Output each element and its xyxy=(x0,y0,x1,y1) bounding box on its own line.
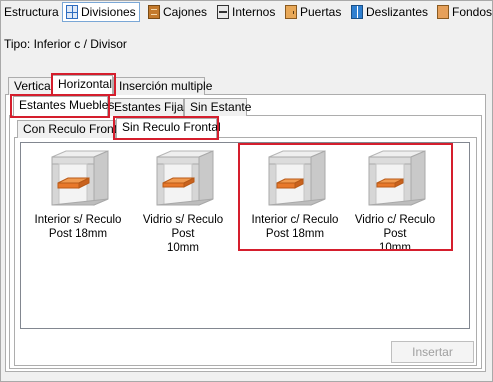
door-icon xyxy=(285,5,297,19)
tab-estantes-muebles[interactable]: Estantes Muebles xyxy=(13,96,114,116)
back-panel-icon xyxy=(437,5,449,19)
cabinet-shelf-icon xyxy=(46,149,110,211)
list-item[interactable]: Vidrio s/ Reculo Post 10mm xyxy=(131,149,235,255)
interior-icon xyxy=(217,5,229,19)
list-item[interactable]: Interior c/ Reculo Post 18mm xyxy=(243,149,347,241)
list-item[interactable]: Vidrio c/ Reculo Post 10mm xyxy=(343,149,447,255)
item-caption-line2: 10mm xyxy=(167,242,199,254)
item-caption-line2: 10mm xyxy=(379,242,411,254)
drawer-icon xyxy=(148,5,160,19)
cabinet-shelf-icon xyxy=(151,149,215,211)
item-caption-line2: Post 18mm xyxy=(48,228,108,240)
item-caption-line1: Interior c/ Reculo xyxy=(251,214,339,226)
insert-button[interactable]: Insertar xyxy=(391,341,474,363)
sliding-door-icon xyxy=(351,5,363,19)
toolbar-deslizantes[interactable]: Deslizantes xyxy=(351,2,428,22)
tab-vertical[interactable]: Vertical xyxy=(8,77,53,95)
tab-estantes-fijas[interactable]: Estantes Fijas xyxy=(108,98,189,116)
toolbar-puertas-label: Puertas xyxy=(300,5,342,19)
shelf-options-list: Interior s/ Reculo Post 18mm Vidrio s/ R… xyxy=(20,142,470,329)
toolbar-internos-label: Internos xyxy=(232,5,276,19)
tab-sin-reculo-frontal[interactable]: Sin Reculo Frontal xyxy=(116,118,221,138)
toolbar-puertas[interactable]: Puertas xyxy=(285,2,341,22)
toolbar-divisiones[interactable]: Divisiones xyxy=(62,2,140,22)
toolbar-estructura[interactable]: Estructura xyxy=(4,2,59,22)
toolbar-fondos-label: Fondos xyxy=(452,5,493,19)
toolbar-cajones[interactable]: Cajones xyxy=(148,2,207,22)
toolbar-internos[interactable]: Internos xyxy=(217,2,275,22)
tipo-label: Tipo: Inferior c / Divisor xyxy=(4,37,127,51)
toolbar-cajones-label: Cajones xyxy=(163,5,208,19)
grid-icon xyxy=(66,5,78,19)
item-caption-line1: Vidrio s/ Reculo Post xyxy=(142,214,224,240)
toolbar-deslizantes-label: Deslizantes xyxy=(366,5,429,19)
item-caption-line1: Interior s/ Reculo xyxy=(34,214,122,226)
top-toolbar: Estructura Divisiones Cajones Internos P… xyxy=(1,1,492,23)
cabinet-shelf-icon xyxy=(363,149,427,211)
tab-horizontal[interactable]: Horizontal xyxy=(52,75,113,95)
tab-con-reculo-frontal[interactable]: Con Reculo Frontal xyxy=(17,120,126,138)
toolbar-divisiones-label: Divisiones xyxy=(81,5,136,19)
list-item[interactable]: Interior s/ Reculo Post 18mm xyxy=(26,149,130,241)
toolbar-fondos[interactable]: Fondos xyxy=(437,2,492,22)
tab-sin-estante[interactable]: Sin Estante xyxy=(184,98,251,116)
toolbar-estructura-label: Estructura xyxy=(4,5,59,19)
tab-insercion-multiple[interactable]: Inserción multiple xyxy=(113,77,212,95)
item-caption-line1: Vidrio c/ Reculo Post xyxy=(354,214,436,240)
item-caption-line2: Post 18mm xyxy=(265,228,325,240)
cabinet-shelf-icon xyxy=(263,149,327,211)
